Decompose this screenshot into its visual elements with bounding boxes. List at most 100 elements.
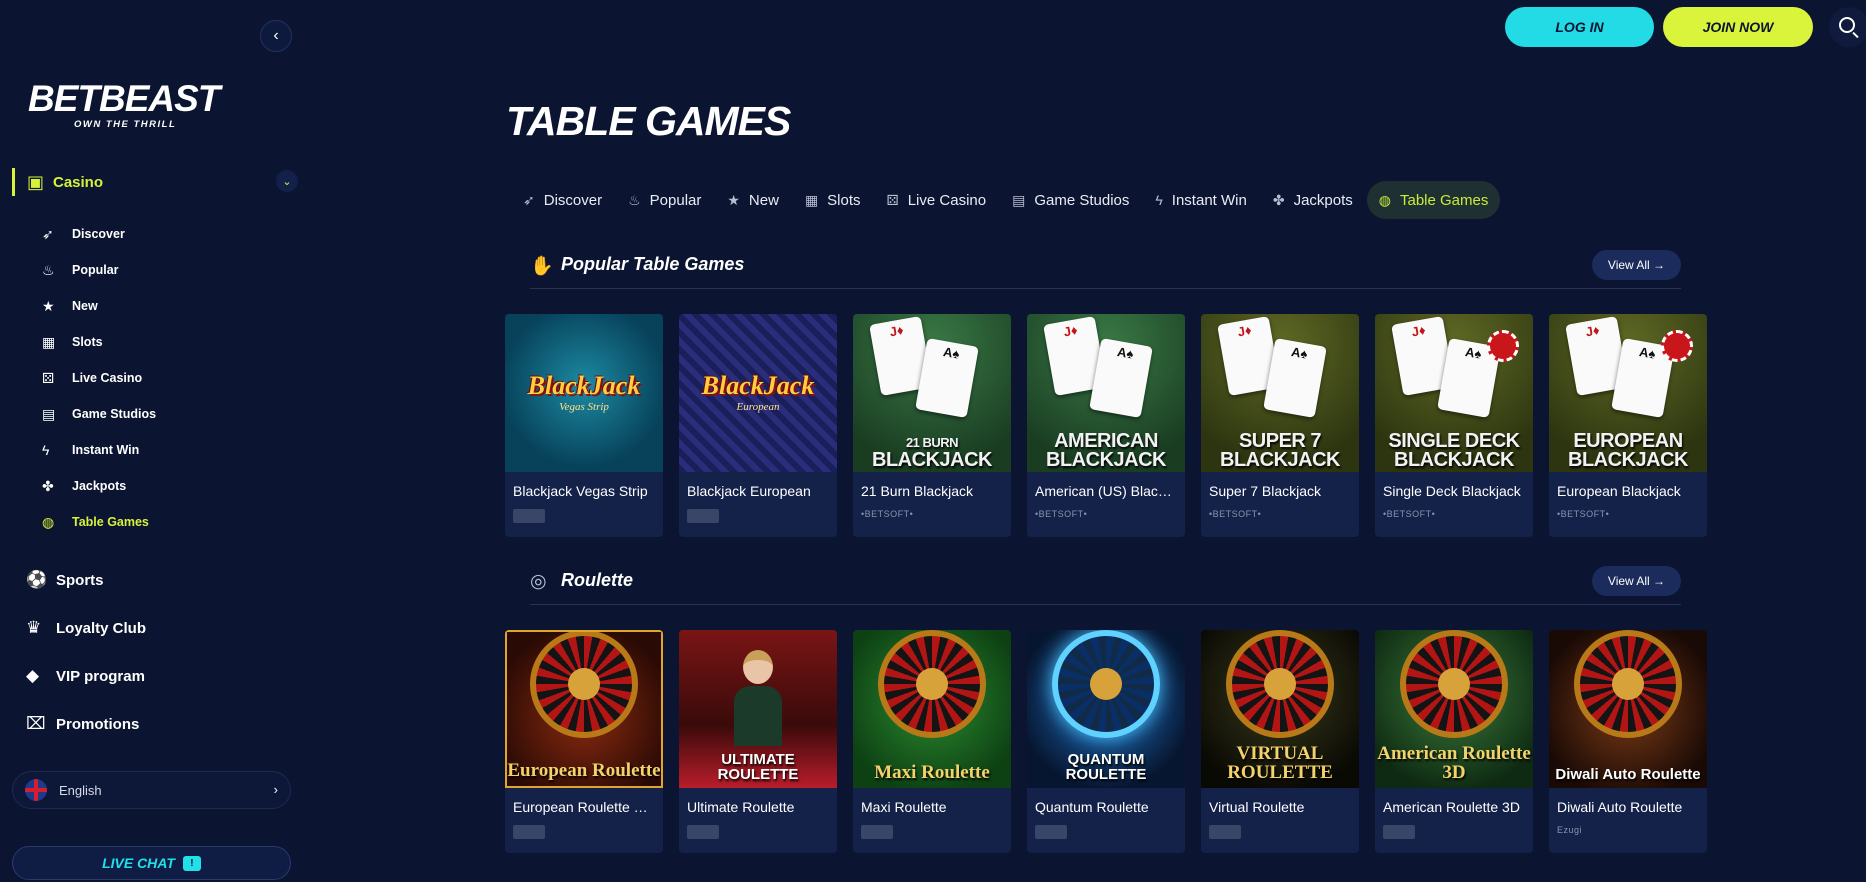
roulette-wheel-image xyxy=(530,632,638,739)
slot-machine-icon: ▦ xyxy=(804,191,819,208)
sidebar-item-vip-program[interactable]: ◆ VIP program xyxy=(26,652,146,700)
thumbnail-logo: BlackJack xyxy=(701,371,815,400)
game-card[interactable]: J♦ A♠ AMERICAN BLACKJACK American (US) Bla… xyxy=(1027,314,1185,537)
sidebar-item-label: Game Studios xyxy=(72,407,157,421)
thumbnail-subtitle: European xyxy=(736,401,780,413)
sidebar-item-sports[interactable]: ⚽ Sports xyxy=(26,556,146,604)
game-card[interactable]: VIRTUAL ROULETTE Virtual Roulette xyxy=(1201,630,1359,853)
game-card[interactable]: J♦ A♠ 21 BURN BLACKJACK 21 Burn Blackjack … xyxy=(853,314,1011,537)
tab-live-casino[interactable]: ⚄ Live Casino xyxy=(875,181,999,219)
game-name: European Blackjack xyxy=(1557,483,1681,499)
view-all-button[interactable]: View All → xyxy=(1592,250,1681,280)
sidebar-item-label: VIP program xyxy=(56,667,145,685)
clover-icon: ✤ xyxy=(42,477,54,494)
star-icon: ★ xyxy=(42,297,55,314)
tab-jackpots[interactable]: ✤ Jackpots xyxy=(1261,181,1365,219)
sidebar-item-label: New xyxy=(72,299,98,313)
game-card[interactable]: Maxi Roulette Maxi Roulette xyxy=(853,630,1011,853)
sidebar-item-label: Live Casino xyxy=(72,371,143,385)
game-thumbnail: ULTIMATE ROULETTE xyxy=(679,630,837,788)
tab-table-games[interactable]: ◍ Table Games xyxy=(1366,181,1501,219)
game-card[interactable]: J♦ A♠ EUROPEAN BLACKJACK European Blackjac… xyxy=(1549,314,1707,537)
roulette-wheel-image xyxy=(1226,630,1334,738)
game-name: American Roulette 3D xyxy=(1383,799,1520,815)
login-button[interactable]: LOG IN xyxy=(1505,7,1654,47)
sidebar-item-label: Casino xyxy=(53,173,104,191)
game-name: Blackjack European xyxy=(687,483,811,499)
sidebar-item-table-games[interactable]: ◍ Table Games xyxy=(42,504,156,540)
sidebar: ‹ BETBEAST OWN THE THRILL ▣ Casino ⌄ ➶ D… xyxy=(0,0,300,882)
casino-submenu: ➶ Discover ♨ Popular ★ New ▦ Slots ⚄ Liv… xyxy=(42,216,156,540)
search-icon xyxy=(1839,17,1855,33)
game-name: American (US) Blackj... xyxy=(1035,483,1180,499)
sidebar-item-live-casino[interactable]: ⚄ Live Casino xyxy=(42,360,156,396)
tab-game-studios[interactable]: ▤ Game Studios xyxy=(1000,181,1141,219)
sidebar-item-casino[interactable]: ▣ Casino ⌄ xyxy=(12,168,298,196)
roulette-games-row: European Roulette European Roulette Ch..… xyxy=(505,630,1723,853)
game-card[interactable]: J♦ A♠ SUPER 7 BLACKJACK Super 7 Blackjack … xyxy=(1201,314,1359,537)
rocket-icon: ➶ xyxy=(523,191,535,208)
tab-label: Popular xyxy=(649,191,702,209)
dealer-image xyxy=(734,650,782,750)
thumbnail-title: SINGLE DECK BLACKJACK xyxy=(1388,430,1520,471)
game-thumbnail: J♦ A♠ SINGLE DECK BLACKJACK xyxy=(1375,314,1533,472)
tab-popular[interactable]: ♨ Popular xyxy=(616,181,713,219)
logo[interactable]: BETBEAST OWN THE THRILL xyxy=(28,80,220,130)
tab-label: Discover xyxy=(543,191,603,209)
sidebar-item-game-studios[interactable]: ▤ Game Studios xyxy=(42,396,156,432)
section-title: Popular Table Games xyxy=(561,254,745,274)
search-button[interactable] xyxy=(1829,7,1866,47)
sidebar-item-discover[interactable]: ➶ Discover xyxy=(42,216,156,252)
game-card[interactable]: Diwali Auto Roulette Diwali Auto Roulett… xyxy=(1549,630,1707,853)
chevron-left-icon: ‹ xyxy=(273,27,279,44)
dice-icon: ⚄ xyxy=(886,191,899,208)
game-card[interactable]: ULTIMATE ROULETTE Ultimate Roulette xyxy=(679,630,837,853)
provider-logo xyxy=(853,815,1011,841)
game-card[interactable]: QUANTUM ROULETTE Quantum Roulette xyxy=(1027,630,1185,853)
sidebar-item-instant-win[interactable]: ϟ Instant Win xyxy=(42,432,156,468)
join-now-button[interactable]: JOIN NOW xyxy=(1663,7,1813,47)
sidebar-item-promotions[interactable]: ⌧ Promotions xyxy=(26,700,146,748)
language-label: English xyxy=(59,782,102,798)
sidebar-item-popular[interactable]: ♨ Popular xyxy=(42,252,156,288)
view-all-button[interactable]: View All → xyxy=(1592,566,1681,596)
sidebar-item-new[interactable]: ★ New xyxy=(42,288,156,324)
tab-slots[interactable]: ▦ Slots xyxy=(793,181,873,219)
tab-instant-win[interactable]: ϟ Instant Win xyxy=(1143,181,1258,219)
thumbnail-title: QUANTUM ROULETTE xyxy=(1065,751,1147,783)
section-header-popular: ✋ Popular Table Games View All → xyxy=(530,249,1681,289)
game-card[interactable]: American Roulette 3D American Roulette 3… xyxy=(1375,630,1533,853)
tab-discover[interactable]: ➶ Discover xyxy=(511,181,614,219)
sidebar-item-label: Table Games xyxy=(72,515,149,529)
game-card[interactable]: European Roulette European Roulette Ch..… xyxy=(505,630,663,853)
thumbnail-title: AMERICAN BLACKJACK xyxy=(1046,430,1166,471)
sidebar-item-label: Slots xyxy=(72,335,103,349)
game-card[interactable]: BlackJack Vegas Strip Blackjack Vegas St… xyxy=(505,314,663,537)
game-name: Virtual Roulette xyxy=(1209,799,1305,815)
game-card[interactable]: J♦ A♠ SINGLE DECK BLACKJACK Single Deck Bl… xyxy=(1375,314,1533,537)
live-chat-button[interactable]: LIVE CHAT ! xyxy=(12,846,291,880)
thumbnail-title: American Roulette 3D xyxy=(1377,743,1531,783)
game-name: Quantum Roulette xyxy=(1035,799,1149,815)
sidebar-item-loyalty-club[interactable]: ♛ Loyalty Club xyxy=(26,604,146,652)
dice-icon: ⚄ xyxy=(42,369,55,386)
sidebar-item-slots[interactable]: ▦ Slots xyxy=(42,324,156,360)
sidebar-item-label: Instant Win xyxy=(72,443,140,457)
chips-icon: ◍ xyxy=(42,513,55,530)
chips-icon: ◍ xyxy=(1378,191,1391,208)
chevron-down-icon[interactable]: ⌄ xyxy=(276,170,298,192)
live-chat-label: LIVE CHAT xyxy=(102,855,175,871)
game-thumbnail: BlackJack European xyxy=(679,314,837,472)
language-selector[interactable]: English › xyxy=(12,771,291,809)
roulette-wheel-image xyxy=(878,630,986,738)
game-card[interactable]: BlackJack European Blackjack European xyxy=(679,314,837,537)
star-icon: ★ xyxy=(727,191,740,208)
game-thumbnail: VIRTUAL ROULETTE xyxy=(1201,630,1359,788)
game-thumbnail: QUANTUM ROULETTE xyxy=(1027,630,1185,788)
collapse-sidebar-button[interactable]: ‹ xyxy=(260,20,292,52)
tab-new[interactable]: ★ New xyxy=(715,181,791,219)
clover-icon: ✤ xyxy=(1272,191,1285,208)
sidebar-item-jackpots[interactable]: ✤ Jackpots xyxy=(42,468,156,504)
provider-logo xyxy=(1201,815,1359,841)
chat-bubble-icon: ! xyxy=(182,855,201,871)
